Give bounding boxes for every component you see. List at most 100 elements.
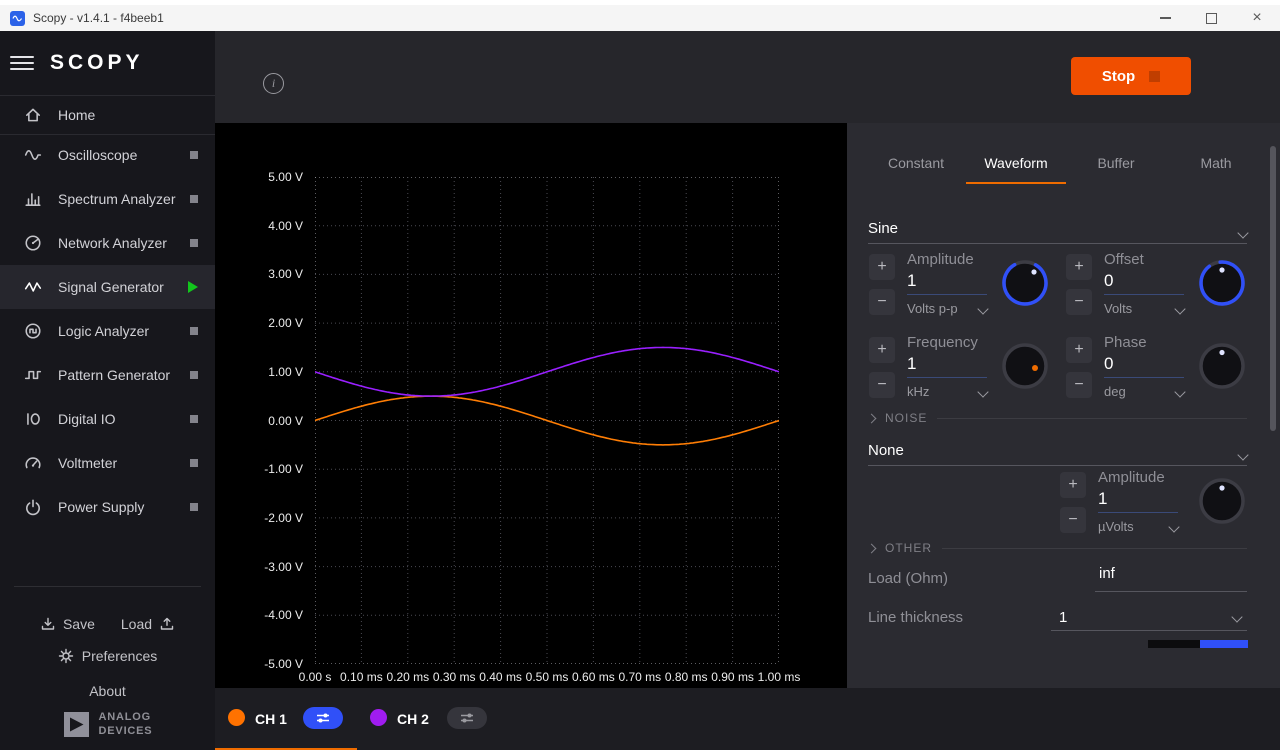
preferences-button[interactable]: Preferences	[0, 643, 215, 669]
sidebar-item-label: Signal Generator	[58, 279, 164, 295]
titlebar[interactable]: Scopy - v1.4.1 - f4beeb1 ×	[0, 5, 1280, 32]
load-button[interactable]: Load	[121, 616, 175, 632]
sidebar-item-logic-analyzer[interactable]: Logic Analyzer	[0, 309, 215, 353]
amplitude-knob[interactable]	[999, 257, 1051, 309]
frequency-knob[interactable]	[999, 340, 1051, 392]
about-label: About	[89, 683, 126, 699]
window-title: Scopy - v1.4.1 - f4beeb1	[33, 11, 164, 25]
sliders-icon	[458, 711, 476, 725]
sidebar-item-label: Network Analyzer	[58, 235, 167, 251]
stopped-indicator	[190, 327, 198, 335]
noise-section-label: NOISE	[885, 411, 927, 425]
frequency-value[interactable]: 1	[907, 354, 987, 378]
sidebar-item-power-supply[interactable]: Power Supply	[0, 485, 215, 529]
sidebar-item-digital-io[interactable]: Digital IO	[0, 397, 215, 441]
offset-unit-select[interactable]: Volts	[1104, 301, 1184, 316]
stopped-indicator	[190, 415, 198, 423]
sidebar-item-label: Digital IO	[58, 411, 116, 427]
amplitude-unit-select[interactable]: Volts p-p	[907, 301, 987, 316]
noise-type-select[interactable]: None	[868, 429, 1247, 466]
chevron-right-icon	[867, 413, 877, 423]
waveform-type-value: Sine	[868, 220, 898, 237]
network-analyzer-icon	[24, 234, 42, 252]
load-ohm-label: Load (Ohm)	[868, 570, 948, 587]
running-indicator	[188, 281, 198, 293]
noise-amplitude-unit-select[interactable]: µVolts	[1098, 519, 1178, 534]
stopped-indicator	[190, 195, 198, 203]
stop-label: Stop	[1102, 68, 1135, 85]
ch1-settings-toggle[interactable]	[303, 707, 343, 729]
ch2-label[interactable]: CH 2	[397, 711, 429, 727]
other-section-label: OTHER	[885, 541, 932, 555]
voltmeter-icon	[24, 454, 42, 472]
phase-increment-button[interactable]: +	[1066, 337, 1092, 363]
sidebar-item-spectrum-analyzer[interactable]: Spectrum Analyzer	[0, 177, 215, 221]
tab-math[interactable]: Math	[1166, 146, 1266, 184]
panel-scrollbar[interactable]	[1270, 146, 1276, 431]
sidebar-item-signal-generator[interactable]: Signal Generator	[0, 265, 215, 309]
line-thickness-value: 1	[1059, 609, 1067, 626]
noise-amplitude-increment-button[interactable]: +	[1060, 472, 1086, 498]
line-thickness-slider[interactable]	[1148, 640, 1248, 648]
amplitude-decrement-button[interactable]: −	[869, 289, 895, 315]
save-label: Save	[63, 616, 95, 632]
sidebar-item-label: Logic Analyzer	[58, 323, 149, 339]
noise-amplitude-decrement-button[interactable]: −	[1060, 507, 1086, 533]
minimize-button[interactable]	[1142, 5, 1188, 31]
scopy-app-icon	[10, 11, 25, 26]
sidebar-item-oscilloscope[interactable]: Oscilloscope	[0, 133, 215, 177]
sidebar: SCOPY Home Oscilloscope Spectrum Analyze…	[0, 31, 215, 750]
waveform-type-select[interactable]: Sine	[868, 207, 1247, 244]
noise-section-header[interactable]: NOISE	[868, 411, 1247, 425]
about-link[interactable]: About	[0, 679, 215, 703]
save-button[interactable]: Save	[40, 616, 95, 632]
stop-square-icon	[1149, 71, 1160, 82]
close-button[interactable]: ×	[1234, 5, 1280, 31]
load-label: Load	[121, 616, 152, 632]
tab-buffer[interactable]: Buffer	[1066, 146, 1166, 184]
oscilloscope-icon	[24, 146, 42, 164]
maximize-button[interactable]	[1188, 5, 1234, 31]
frequency-unit-select[interactable]: kHz	[907, 384, 987, 399]
sidebar-item-voltmeter[interactable]: Voltmeter	[0, 441, 215, 485]
ch1-label[interactable]: CH 1	[255, 711, 287, 727]
run-stop-button[interactable]: Stop	[1071, 57, 1191, 95]
other-section-header[interactable]: OTHER	[868, 541, 1247, 555]
minimize-icon	[1160, 17, 1171, 19]
load-ohm-input[interactable]: inf	[1095, 565, 1247, 592]
tab-waveform[interactable]: Waveform	[966, 146, 1066, 184]
offset-decrement-button[interactable]: −	[1066, 289, 1092, 315]
phase-decrement-button[interactable]: −	[1066, 372, 1092, 398]
noise-type-value: None	[868, 442, 904, 459]
frequency-decrement-button[interactable]: −	[869, 372, 895, 398]
offset-increment-button[interactable]: +	[1066, 254, 1092, 280]
amplitude-value[interactable]: 1	[907, 271, 987, 295]
tab-constant[interactable]: Constant	[866, 146, 966, 184]
stopped-indicator	[190, 371, 198, 379]
menu-icon[interactable]	[10, 53, 34, 73]
sidebar-item-network-analyzer[interactable]: Network Analyzer	[0, 221, 215, 265]
offset-value[interactable]: 0	[1104, 271, 1184, 295]
phase-knob[interactable]	[1196, 340, 1248, 392]
ch2-settings-toggle[interactable]	[447, 707, 487, 729]
line-thickness-select[interactable]: 1	[1051, 604, 1247, 631]
amplitude-increment-button[interactable]: +	[869, 254, 895, 280]
maximize-icon	[1206, 13, 1217, 24]
scopy-window: Scopy - v1.4.1 - f4beeb1 × SCOPY Home Os…	[0, 0, 1280, 750]
sidebar-item-pattern-generator[interactable]: Pattern Generator	[0, 353, 215, 397]
noise-amplitude-value[interactable]: 1	[1098, 489, 1178, 513]
sidebar-item-home[interactable]: Home	[0, 95, 215, 135]
sidebar-divider	[14, 586, 201, 587]
phase-unit-select[interactable]: deg	[1104, 384, 1184, 399]
ch1-color-dot[interactable]	[228, 709, 245, 726]
sidebar-item-label: Power Supply	[58, 499, 144, 515]
sidebar-item-label: Oscilloscope	[58, 147, 137, 163]
signal-plot[interactable]: 5.00 V4.00 V3.00 V2.00 V1.00 V0.00 V-1.0…	[215, 123, 847, 688]
phase-value[interactable]: 0	[1104, 354, 1184, 378]
plot-curves	[315, 347, 779, 445]
info-button[interactable]: i	[263, 73, 284, 94]
offset-knob[interactable]	[1196, 257, 1248, 309]
noise-amplitude-knob[interactable]	[1196, 475, 1248, 527]
frequency-increment-button[interactable]: +	[869, 337, 895, 363]
ch2-color-dot[interactable]	[370, 709, 387, 726]
